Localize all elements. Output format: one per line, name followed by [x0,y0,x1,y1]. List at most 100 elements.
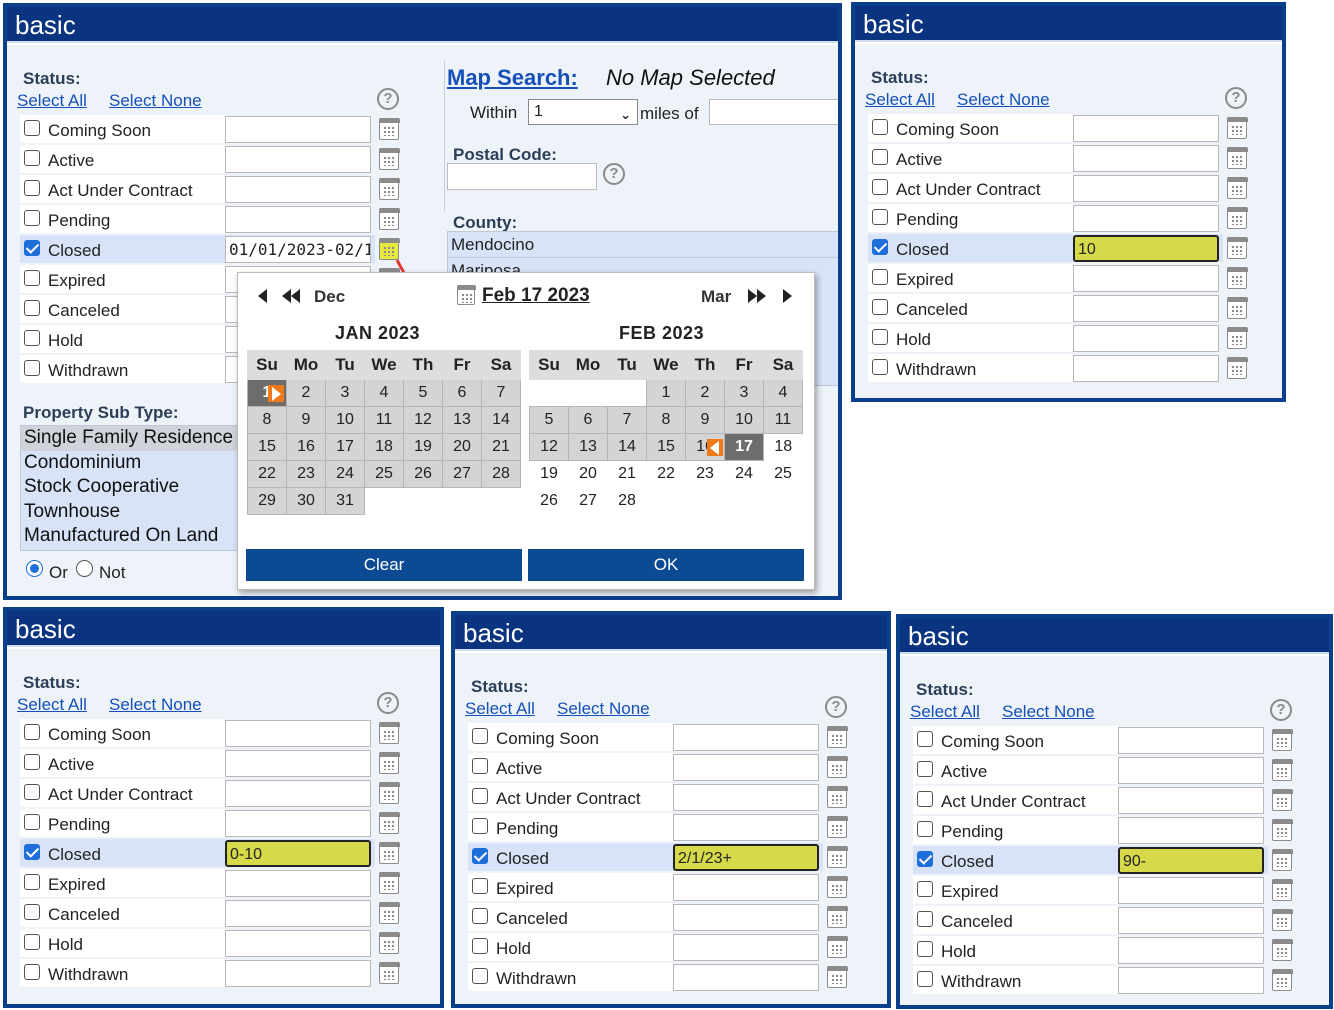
status-date-input[interactable] [673,754,819,781]
day-cell[interactable]: 5 [403,379,443,407]
status-help-icon[interactable]: ? [825,696,847,718]
status-date-input[interactable] [1073,355,1219,382]
calendar-icon[interactable] [826,965,848,988]
calendar-icon[interactable] [1271,788,1293,811]
county-item[interactable]: Mendocino [448,232,838,258]
select-all-link[interactable]: Select All [17,695,87,715]
status-row[interactable]: Coming Soon [20,719,225,747]
status-date-input[interactable] [1118,727,1264,754]
status-checkbox[interactable] [872,179,888,195]
calendar-icon[interactable] [826,815,848,838]
calendar-icon[interactable] [378,721,400,744]
status-help-icon[interactable]: ? [1270,699,1292,721]
status-checkbox[interactable] [24,180,40,196]
status-checkbox[interactable] [24,814,40,830]
calendar-icon[interactable] [1271,908,1293,931]
select-none-link[interactable]: Select None [557,699,650,719]
calendar-icon[interactable] [1271,938,1293,961]
status-checkbox[interactable] [472,758,488,774]
day-cell[interactable]: 2 [685,379,725,407]
status-date-input[interactable] [225,870,371,897]
status-row[interactable]: Hold [20,325,225,353]
day-cell[interactable]: 7 [607,406,647,434]
status-checkbox[interactable] [917,851,933,867]
calendar-icon[interactable] [826,785,848,808]
sub-type-item[interactable]: Stock Cooperative [21,475,249,500]
day-cell[interactable]: 22 [247,460,287,488]
calendar-icon[interactable] [378,207,400,230]
postal-code-input[interactable] [447,163,597,190]
status-row[interactable]: Coming Soon [868,114,1073,142]
calendar-icon[interactable] [378,841,400,864]
calendar-icon[interactable] [378,751,400,774]
status-date-input[interactable] [673,964,819,991]
day-cell[interactable]: 8 [646,406,686,434]
select-none-link[interactable]: Select None [1002,702,1095,722]
status-row[interactable]: Withdrawn [468,963,673,991]
status-help-icon[interactable]: ? [377,88,399,110]
status-checkbox[interactable] [24,360,40,376]
status-checkbox[interactable] [917,911,933,927]
select-all-link[interactable]: Select All [17,91,87,111]
calendar-icon[interactable] [1271,728,1293,751]
status-checkbox[interactable] [917,821,933,837]
calendar-icon[interactable] [1226,146,1248,169]
day-cell[interactable]: 23 [286,460,326,488]
day-cell[interactable]: 28 [481,460,521,488]
day-cell[interactable]: 7 [481,379,521,407]
status-checkbox[interactable] [872,119,888,135]
next-month-icon[interactable] [783,289,792,303]
day-cell[interactable]: 13 [568,433,608,461]
status-checkbox[interactable] [24,270,40,286]
day-cell[interactable]: 27 [568,487,608,515]
status-checkbox[interactable] [24,754,40,770]
day-cell[interactable]: 5 [529,406,569,434]
status-row[interactable]: Expired [20,869,225,897]
status-help-icon[interactable]: ? [1225,87,1247,109]
day-cell[interactable]: 30 [286,487,326,515]
status-checkbox[interactable] [24,904,40,920]
next-year-icon[interactable] [748,289,768,303]
status-row[interactable]: Pending [20,205,225,233]
status-checkbox[interactable] [24,330,40,346]
calendar-icon[interactable] [378,117,400,140]
status-row[interactable]: Closed [868,234,1073,262]
day-cell[interactable]: 26 [529,487,569,515]
status-date-input[interactable] [225,900,371,927]
day-cell[interactable]: 22 [646,460,686,488]
day-cell[interactable]: 13 [442,406,482,434]
day-cell[interactable]: 28 [607,487,647,515]
status-row[interactable]: Closed [20,235,225,263]
calendar-icon[interactable] [378,147,400,170]
status-row[interactable]: Act Under Contract [20,175,225,203]
status-row[interactable]: Act Under Contract [468,783,673,811]
status-date-input[interactable] [1073,145,1219,172]
status-date-input[interactable] [225,960,371,987]
day-cell[interactable]: 31 [325,487,365,515]
status-date-input[interactable] [225,780,371,807]
status-row[interactable]: Active [20,749,225,777]
status-date-input[interactable] [1073,115,1219,142]
status-checkbox[interactable] [24,240,40,256]
day-cell[interactable]: 9 [286,406,326,434]
day-cell[interactable]: 11 [364,406,404,434]
status-help-icon[interactable]: ? [377,692,399,714]
status-row[interactable]: Act Under Contract [20,779,225,807]
status-checkbox[interactable] [872,209,888,225]
status-date-input[interactable] [1073,265,1219,292]
status-row[interactable]: Canceled [20,295,225,323]
calendar-icon[interactable] [1226,296,1248,319]
day-cell[interactable]: 9 [685,406,725,434]
status-row[interactable]: Closed [468,843,673,871]
status-row[interactable]: Pending [913,816,1118,844]
prev-month-icon[interactable] [258,289,267,303]
calendar-icon[interactable] [1226,326,1248,349]
status-checkbox[interactable] [917,761,933,777]
status-row[interactable]: Canceled [868,294,1073,322]
status-row[interactable]: Active [868,144,1073,172]
status-checkbox[interactable] [24,844,40,860]
status-date-input[interactable] [1118,877,1264,904]
day-cell[interactable]: 12 [403,406,443,434]
closed-date-input[interactable]: 10 [1073,235,1219,262]
day-cell[interactable]: 27 [442,460,482,488]
